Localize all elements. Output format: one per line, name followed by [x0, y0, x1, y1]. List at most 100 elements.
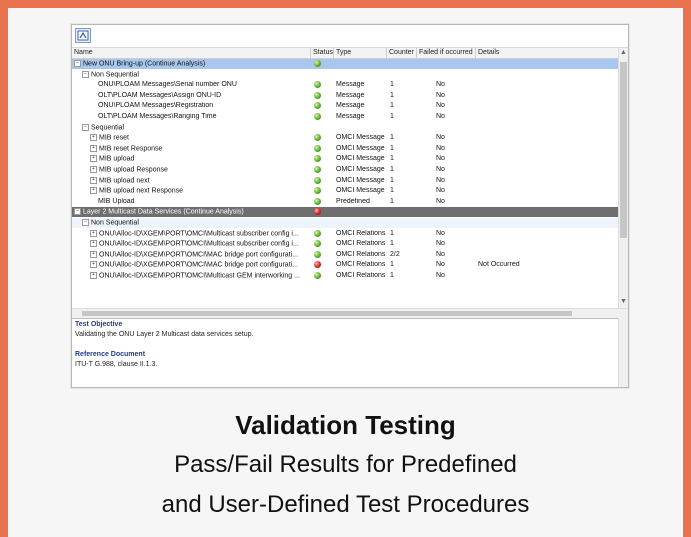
row-failed: No [436, 240, 445, 248]
col-status[interactable]: Status [313, 49, 333, 56]
table-row[interactable]: + MIB upload next Response OMCI Message 1 No [72, 186, 618, 196]
table-row[interactable]: + ONU\Alloc-ID\XGEM\PORT\OMCI\Multicast s… [72, 239, 618, 249]
expand-icon[interactable]: + [90, 250, 97, 258]
caption-line2: and User-Defined Test Procedures [161, 491, 530, 518]
pane-scrollbar[interactable] [618, 318, 628, 387]
table-row[interactable]: − Non Sequential [72, 218, 618, 228]
row-failed: No [436, 134, 445, 142]
table-row[interactable]: − New ONU Bring-up (Continue Analysis) [72, 59, 618, 69]
row-type: OMCI Message [336, 134, 385, 142]
expand-icon[interactable]: + [90, 240, 97, 248]
row-name: + ONU\Alloc-ID\XGEM\PORT\OMCI\Multicast s… [74, 240, 326, 248]
table-row[interactable]: + ONU\Alloc-ID\XGEM\PORT\OMCI\Multicast G… [72, 271, 618, 281]
expand-icon[interactable]: + [90, 261, 97, 269]
table-row[interactable]: + MIB reset OMCI Message 1 No [72, 133, 618, 143]
row-counter: 1 [390, 166, 394, 173]
collapse-icon[interactable]: − [82, 123, 89, 131]
row-name: + MIB upload [74, 155, 326, 163]
row-failed: No [436, 102, 445, 110]
scroll-down-icon[interactable]: ▼ [620, 298, 627, 305]
expand-icon[interactable]: + [90, 229, 97, 237]
row-failed: No [436, 144, 445, 152]
row-type: OMCI Relations [336, 250, 386, 258]
table-row[interactable]: + ONU\Alloc-ID\XGEM\PORT\OMCI\MAC bridge … [72, 250, 618, 260]
table-row[interactable]: + ONU\Alloc-ID\XGEM\PORT\OMCI\Multicast s… [72, 229, 618, 239]
row-counter: 1 [390, 113, 394, 120]
row-name-text: Non Sequential [91, 219, 139, 227]
vertical-scrollbar[interactable]: ▲ ▼ [618, 48, 628, 308]
row-name: + MIB reset Response [74, 144, 326, 152]
col-type[interactable]: Type [336, 49, 351, 56]
table-row[interactable]: + MIB upload OMCI Message 1 No [72, 154, 618, 164]
row-name-text: MIB Upload [98, 197, 135, 205]
row-counter: 1 [390, 240, 394, 248]
row-status [314, 208, 328, 217]
scroll-thumb[interactable] [620, 62, 627, 238]
toolbar [72, 25, 628, 48]
table-row[interactable]: + MIB reset Response OMCI Message 1 No [72, 144, 618, 154]
row-failed: No [436, 272, 445, 279]
table-row[interactable]: OLT\PLOAM Messages\Ranging Time Message 1 N… [72, 112, 618, 122]
hscroll-thumb[interactable] [82, 311, 572, 316]
table-row[interactable]: − Layer 2 Multicast Data Services (Contin… [72, 207, 618, 218]
edit-chart-button[interactable] [75, 28, 91, 43]
table-row[interactable]: + MIB upload next OMCI Message 1 No [72, 176, 618, 186]
expand-icon[interactable]: + [90, 176, 97, 184]
collapse-icon[interactable]: − [82, 70, 89, 78]
row-failed: No [436, 176, 445, 184]
row-status [314, 187, 328, 196]
row-failed: No [436, 229, 445, 237]
expand-icon[interactable]: + [90, 187, 97, 195]
row-name: + ONU\Alloc-ID\XGEM\PORT\OMCI\MAC bridge … [74, 250, 326, 259]
row-name-text: MIB upload [99, 155, 135, 163]
pass-status-icon [314, 176, 321, 184]
col-details[interactable]: Details [478, 49, 499, 56]
fail-status-icon [314, 208, 321, 216]
pass-status-icon [314, 197, 321, 205]
row-type: OMCI Relations [336, 229, 386, 237]
collapse-icon[interactable]: − [82, 219, 89, 226]
pass-status-icon [314, 81, 321, 89]
row-failed: No [436, 187, 445, 195]
row-type: OMCI Message [336, 155, 385, 163]
horizontal-scrollbar[interactable] [72, 308, 628, 318]
row-type: OMCI Relations [336, 240, 386, 248]
table-row[interactable]: OLT\PLOAM Messages\Assign ONU-ID Message 1… [72, 91, 618, 101]
scroll-up-icon[interactable]: ▲ [620, 49, 627, 56]
row-name: − Sequential [74, 123, 318, 131]
table-row[interactable]: ONU\PLOAM Messages\Registration Message 1 N… [72, 101, 618, 111]
row-counter: 1 [390, 134, 394, 142]
row-type: Message [336, 91, 365, 99]
row-name: − New ONU Bring-up (Continue Analysis) [74, 60, 310, 67]
row-name: OLT\PLOAM Messages\Assign ONU-ID [74, 92, 334, 99]
expand-icon[interactable]: + [90, 144, 97, 152]
row-counter: 1 [390, 197, 394, 205]
row-name-text: ONU\Alloc-ID\XGEM\PORT\OMCI\MAC bridge p… [99, 261, 299, 269]
pass-status-icon [314, 91, 321, 99]
collapse-icon[interactable]: − [74, 60, 81, 67]
col-failed[interactable]: Failed if occurred [419, 49, 473, 56]
row-name-text: ONU\Alloc-ID\XGEM\PORT\OMCI\MAC bridge p… [99, 251, 299, 259]
table-row[interactable]: − Non Sequential [72, 70, 618, 80]
table-row[interactable]: − Sequential [72, 123, 618, 133]
row-counter: 1 [390, 91, 394, 99]
expand-icon[interactable]: + [90, 155, 97, 163]
table-row[interactable]: ONU\PLOAM Messages\Serial number ONU Mess… [72, 80, 618, 90]
col-name[interactable]: Name [74, 49, 93, 56]
expand-icon[interactable]: + [90, 166, 97, 173]
objective-text: Validating the ONU Layer 2 Multicast dat… [75, 331, 254, 338]
table-row[interactable]: + ONU\Alloc-ID\XGEM\PORT\OMCI\MAC bridge … [72, 260, 618, 270]
table-row[interactable]: MIB Upload Predefined 1 No [72, 197, 618, 207]
row-counter: 1 [390, 272, 394, 279]
expand-icon[interactable]: + [90, 134, 97, 142]
row-name: MIB Upload [74, 198, 334, 205]
col-counter[interactable]: Counter [389, 49, 414, 56]
table-row[interactable]: + MIB upload Response OMCI Message 1 No [72, 165, 618, 175]
collapse-icon[interactable]: − [74, 208, 81, 216]
row-counter: 1 [390, 155, 394, 163]
row-status [314, 166, 328, 175]
row-counter: 1 [390, 176, 394, 184]
expand-icon[interactable]: + [90, 272, 97, 279]
row-counter: 1 [390, 81, 394, 89]
column-header: Name Status Type Counter Failed if occur… [72, 48, 618, 59]
